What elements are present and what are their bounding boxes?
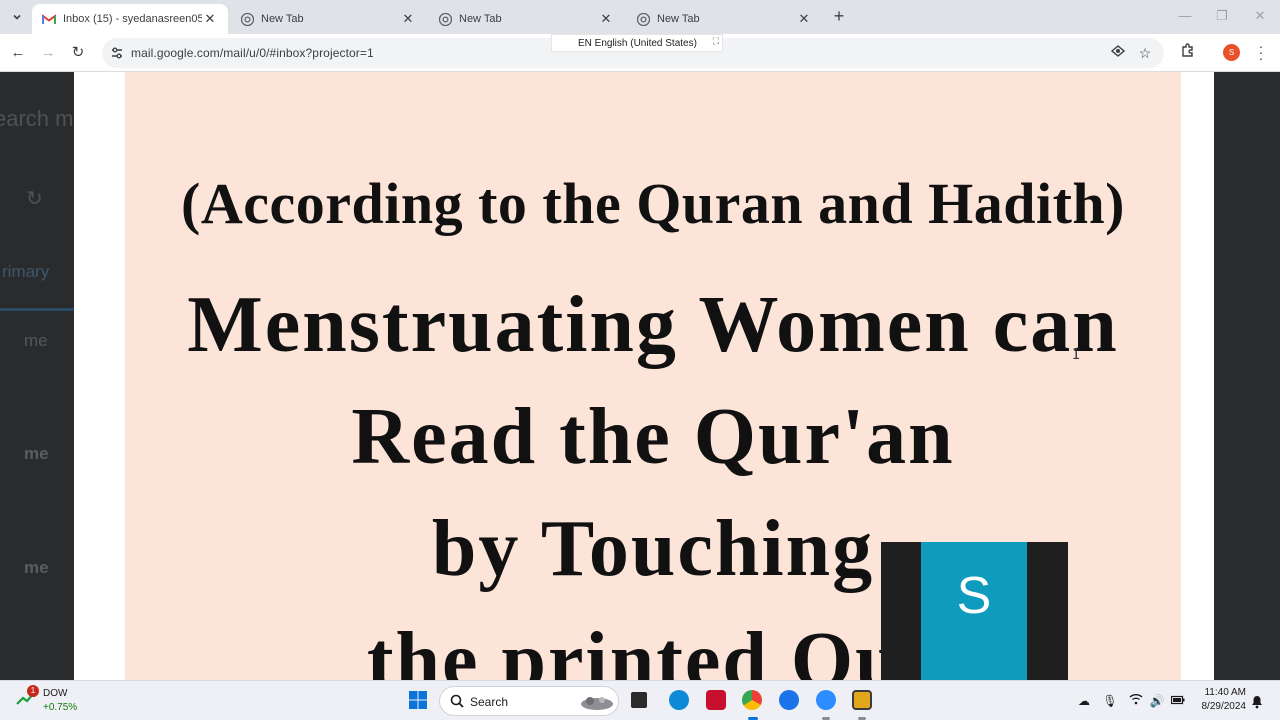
search-icon — [450, 694, 464, 708]
tab-close-icon[interactable]: ✕ — [400, 11, 416, 27]
tab-title: Inbox (15) - syedanasreen057@ — [63, 13, 202, 25]
close-window-icon[interactable]: ✕ — [1252, 8, 1268, 24]
chevron-down-icon — [13, 14, 21, 20]
edge-icon[interactable] — [669, 690, 689, 710]
clock-time[interactable]: 11:40 AM — [1190, 687, 1246, 698]
tab-title: New Tab — [459, 13, 502, 25]
text-cursor-icon: I — [1072, 347, 1081, 363]
eye-icon[interactable] — [1109, 44, 1127, 62]
tab-title: New Tab — [657, 13, 700, 25]
microphone-icon[interactable]: 🎙 — [1102, 693, 1118, 709]
back-arrow-icon[interactable]: ← — [8, 43, 28, 63]
bookmark-star-icon[interactable]: ☆ — [1136, 44, 1154, 62]
document-title-line: Menstruating Women can — [187, 281, 1119, 369]
vpn-icon[interactable] — [779, 690, 799, 710]
clock-date[interactable]: 8/29/2024 — [1190, 701, 1247, 712]
language-label: EN English (United States) — [578, 38, 697, 49]
reload-icon[interactable]: ↻ — [68, 43, 88, 63]
sender-me: me — [24, 558, 49, 577]
tab-new-tab[interactable]: New Tab ✕ — [626, 4, 822, 34]
tab-new-tab[interactable]: New Tab ✕ — [230, 4, 426, 34]
stock-change[interactable]: +0.75% — [43, 702, 77, 713]
tab-strip: Inbox (15) - syedanasreen057@ ✕ New Tab … — [0, 0, 1280, 34]
onedrive-icon[interactable]: ☁ — [1076, 693, 1092, 709]
search-label: Search — [470, 695, 509, 709]
language-indicator: EN English (United States) ⛶ — [551, 34, 723, 52]
tab-new-tab[interactable]: New Tab ✕ — [428, 4, 624, 34]
gmail-icon — [42, 12, 56, 26]
refresh-icon: ↻ — [26, 188, 43, 210]
notification-bell-icon[interactable] — [1250, 693, 1264, 709]
notification-badge: 1 — [27, 685, 39, 697]
minimize-icon[interactable]: — — [1177, 8, 1193, 24]
tab-title: New Tab — [261, 13, 304, 25]
sender-me: me — [24, 444, 49, 463]
windows-start-icon[interactable] — [408, 690, 428, 710]
primary-tab-indicator — [0, 308, 74, 311]
search-highlight-icon — [581, 697, 613, 710]
more-menu-icon[interactable]: · · · — [1256, 39, 1266, 65]
url-text[interactable]: mail.google.com/mail/u/0/#inbox?projecto… — [131, 46, 374, 60]
task-view-icon[interactable] — [631, 692, 647, 708]
battery-icon[interactable] — [1170, 693, 1186, 709]
chrome-icon — [636, 12, 650, 26]
expand-icon[interactable]: ⛶ — [713, 36, 719, 47]
document-title-line: Read the Qur'an — [351, 393, 955, 481]
windows-taskbar: 1 DOW +0.75% Search ☁ 🎙 🔊 11:40 AM 8/29/… — [0, 680, 1280, 720]
profile-avatar[interactable]: S — [1223, 44, 1240, 61]
volume-icon[interactable]: 🔊 — [1149, 693, 1165, 709]
tab-close-icon[interactable]: ✕ — [796, 11, 812, 27]
restore-icon[interactable]: ❐ — [1214, 8, 1230, 24]
chrome-icon — [438, 12, 452, 26]
gmail-search-partial: earch m — [0, 106, 74, 131]
tab-search-button[interactable] — [6, 6, 28, 28]
site-info-icon[interactable] — [110, 46, 124, 60]
tab-close-icon[interactable]: ✕ — [598, 11, 614, 27]
new-tab-button[interactable]: + — [829, 7, 849, 27]
sender-me: me — [24, 331, 48, 350]
page-viewport: earch m ↻ rimary me me me (According to … — [0, 72, 1280, 680]
participant-overlay: S — [881, 542, 1068, 680]
chrome-taskbar-icon[interactable] — [742, 690, 762, 710]
wifi-icon[interactable] — [1128, 693, 1144, 709]
tab-close-icon[interactable]: ✕ — [202, 11, 218, 27]
taskbar-search[interactable]: Search — [439, 686, 619, 716]
stock-name[interactable]: DOW — [43, 688, 67, 699]
primary-tab-partial: rimary — [2, 262, 50, 281]
tab-gmail-inbox[interactable]: Inbox (15) - syedanasreen057@ ✕ — [32, 4, 228, 34]
chrome-icon — [240, 12, 254, 26]
participant-avatar: S — [921, 542, 1027, 680]
zoom-icon[interactable] — [816, 690, 836, 710]
mcafee-icon[interactable] — [706, 690, 726, 710]
extensions-icon[interactable] — [1177, 43, 1197, 63]
app-icon[interactable] — [852, 690, 872, 710]
forward-arrow-icon[interactable]: → — [38, 43, 58, 63]
document-subtitle: (According to the Quran and Hadith) — [181, 171, 1125, 236]
